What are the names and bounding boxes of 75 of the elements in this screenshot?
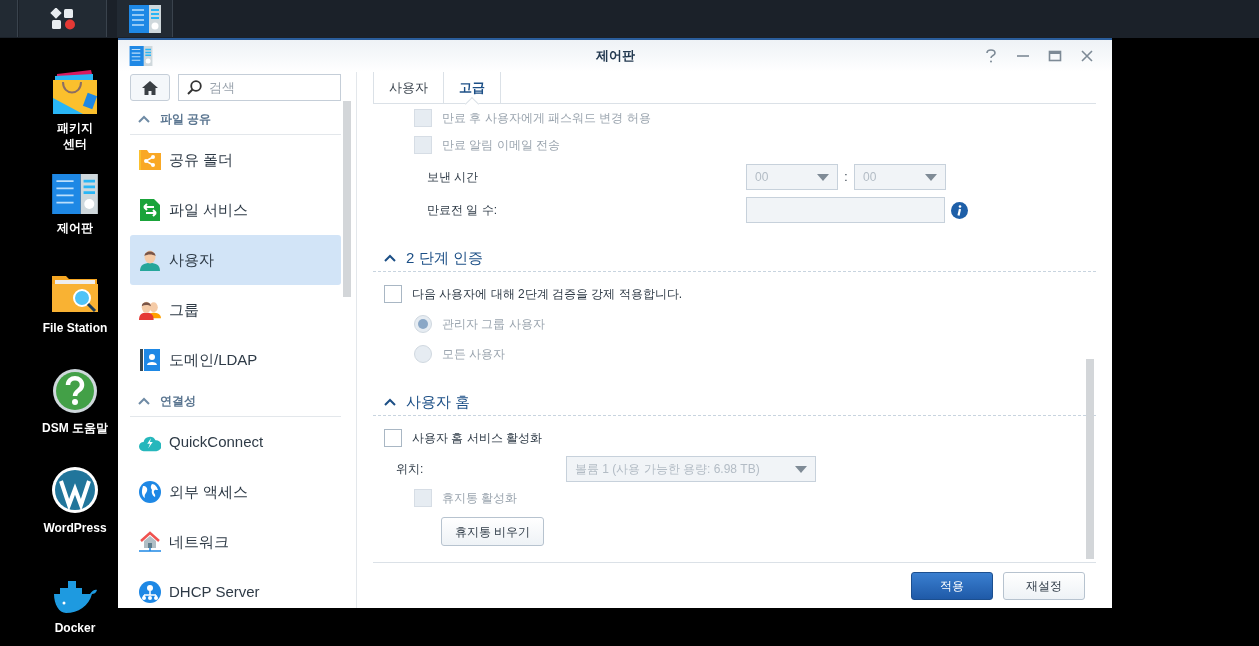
dropdown-arrow-icon bbox=[817, 173, 829, 181]
input-field[interactable] bbox=[746, 197, 945, 223]
main-menu-button[interactable] bbox=[19, 0, 107, 37]
network-nodes-icon bbox=[139, 581, 161, 603]
desktop-icon-label[interactable]: 제어판 bbox=[57, 220, 93, 236]
sidebar-item[interactable]: 사용자 bbox=[130, 235, 341, 285]
file-arrows-icon bbox=[140, 199, 160, 221]
whale-icon bbox=[52, 578, 98, 614]
taskbar-button[interactable] bbox=[0, 0, 18, 37]
section-header[interactable]: 연결성 bbox=[160, 391, 196, 410]
control-panel-taskbar-button[interactable] bbox=[117, 0, 173, 37]
collapse-caret-icon[interactable] bbox=[138, 114, 150, 123]
apps-icon bbox=[49, 7, 76, 30]
collapse-caret-icon[interactable] bbox=[384, 398, 396, 406]
sidebar-item[interactable]: 그룹 bbox=[130, 285, 341, 335]
globe-icon bbox=[139, 481, 161, 503]
search-field[interactable]: 검색 bbox=[177, 74, 341, 101]
reset-button[interactable]: 재설정 bbox=[1003, 571, 1085, 600]
help-icon[interactable] bbox=[984, 49, 998, 63]
close-icon[interactable] bbox=[1080, 49, 1094, 63]
collapse-caret-icon[interactable] bbox=[384, 254, 396, 262]
collapse-caret-icon[interactable] bbox=[138, 396, 150, 405]
section-header[interactable]: 파일 공유 bbox=[160, 109, 212, 128]
home-button[interactable] bbox=[130, 74, 170, 101]
desktop-icon-label[interactable]: 패키지 센터 bbox=[57, 120, 93, 152]
radio-label: 모든 사용자 bbox=[442, 346, 506, 363]
window-title: 제어판 bbox=[595, 47, 635, 66]
sidebar-item[interactable]: 파일 서비스 bbox=[130, 185, 341, 235]
section-header[interactable]: 사용자 홈 bbox=[406, 390, 471, 414]
group-icon bbox=[139, 299, 161, 321]
checkbox[interactable] bbox=[384, 285, 402, 303]
sidebar-item[interactable]: 네트워크 bbox=[130, 517, 341, 567]
sidebar-item[interactable]: 도메인/LDAP bbox=[130, 335, 341, 385]
maximize-icon[interactable] bbox=[1048, 49, 1062, 63]
sidebar-item[interactable]: 외부 액세스 bbox=[130, 467, 341, 517]
checkbox-label: 휴지통 활성화 bbox=[442, 490, 518, 507]
desktop-icon-label[interactable]: File Station bbox=[42, 320, 108, 336]
section-header[interactable]: 2 단계 인증 bbox=[406, 246, 483, 270]
tab[interactable]: 고급 bbox=[443, 72, 501, 103]
tab[interactable]: 사용자 bbox=[373, 72, 443, 103]
control-panel-icon bbox=[128, 4, 161, 33]
desktop-icon-label[interactable]: Docker bbox=[54, 620, 96, 636]
empty-recycle-bin-button[interactable]: 휴지통 비우기 bbox=[441, 517, 545, 546]
dropdown-arrow-icon bbox=[925, 173, 937, 181]
sidebar-item[interactable]: DHCP Server bbox=[130, 567, 341, 617]
info-icon[interactable] bbox=[951, 201, 968, 219]
control-panel-icon bbox=[51, 174, 99, 214]
field-label: 만료전 일 수: bbox=[427, 202, 498, 219]
checkbox[interactable] bbox=[384, 429, 402, 447]
wordpress-icon bbox=[51, 466, 99, 514]
home-icon bbox=[140, 79, 159, 96]
user-icon bbox=[139, 249, 161, 271]
sidebar-scrollbar[interactable] bbox=[343, 101, 351, 297]
control-panel-icon bbox=[129, 46, 153, 66]
checkbox-label: 다음 사용자에 대해 2단계 검증을 강제 적용합니다. bbox=[412, 286, 682, 303]
house-network-icon bbox=[139, 531, 161, 553]
field-label: 보낸 시간 bbox=[427, 169, 480, 186]
time-separator: : bbox=[843, 169, 849, 186]
shopping-bag-icon bbox=[51, 68, 99, 114]
checkbox-label: 만료 후 사용자에게 패스워드 변경 허용 bbox=[442, 110, 651, 127]
sidebar-item[interactable]: QuickConnect bbox=[130, 417, 341, 467]
search-icon bbox=[186, 80, 202, 95]
contact-card-icon bbox=[140, 349, 160, 371]
dropdown-arrow-icon bbox=[795, 465, 807, 473]
checkbox-label: 사용자 홈 서비스 활성화 bbox=[412, 430, 542, 447]
sidebar-item[interactable]: 공유 폴더 bbox=[130, 135, 341, 185]
apply-button[interactable]: 적용 bbox=[911, 571, 993, 600]
checkbox-label: 만료 알림 이메일 전송 bbox=[442, 137, 560, 154]
question-mark-icon bbox=[52, 368, 98, 414]
field-label: 위치: bbox=[396, 461, 425, 478]
radio-label: 관리자 그룹 사용자 bbox=[442, 316, 545, 333]
desktop-icon-label[interactable]: WordPress bbox=[43, 520, 107, 536]
content-scrollbar[interactable] bbox=[1086, 359, 1094, 559]
desktop-icon-label[interactable]: DSM 도움말 bbox=[42, 420, 108, 436]
shared-folder-icon bbox=[139, 150, 161, 170]
